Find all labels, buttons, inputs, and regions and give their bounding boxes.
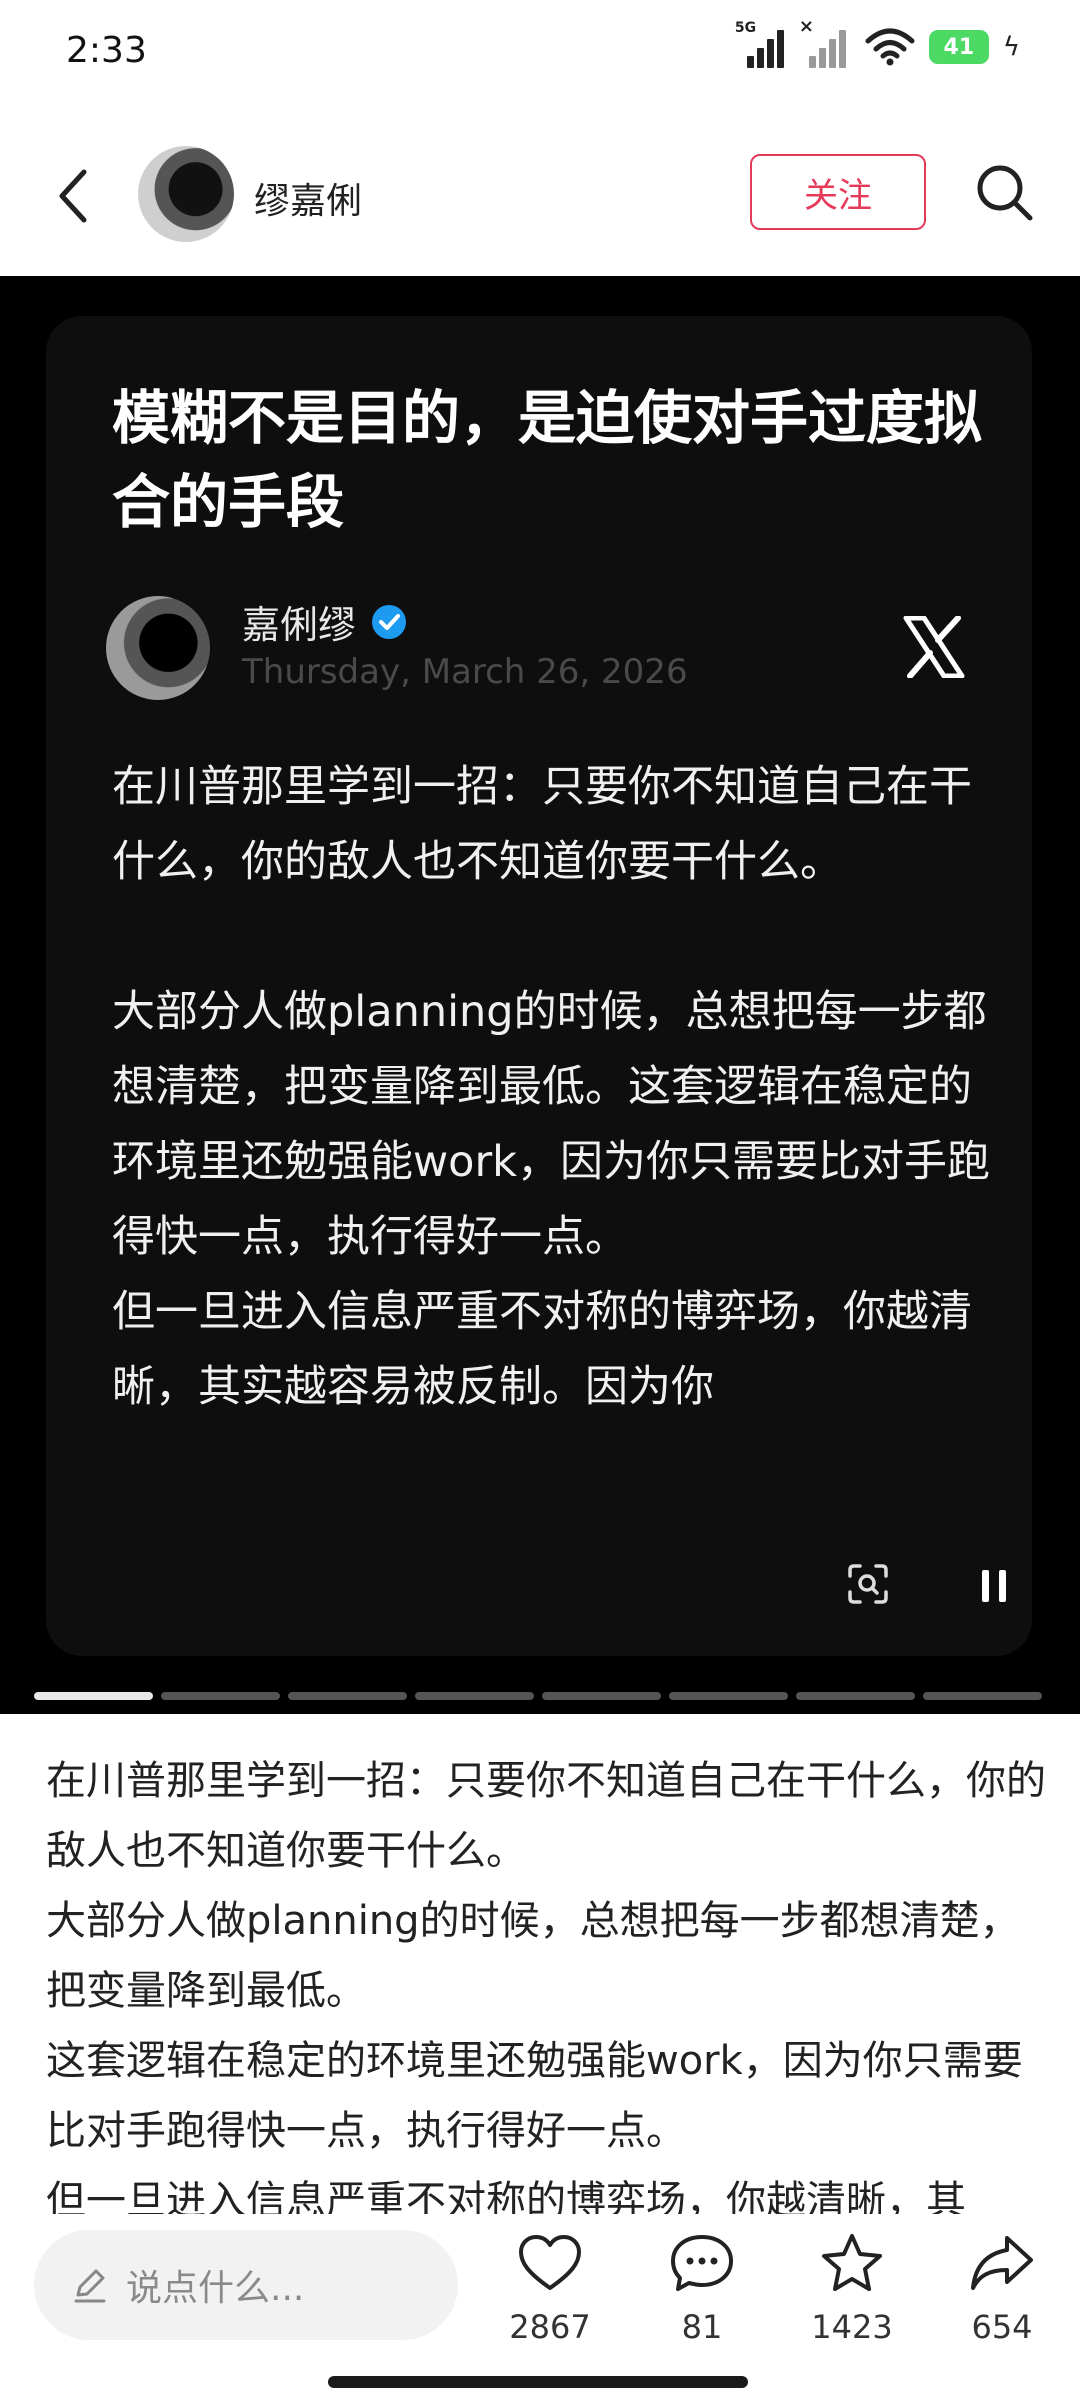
- pause-icon[interactable]: [974, 1566, 1014, 1606]
- progress-segment: [161, 1692, 280, 1700]
- tweet-card-image: 模糊不是目的，是迫使对手过度拟合的手段 嘉俐缪 Thursday, March …: [46, 316, 1032, 1656]
- description-line: 在川普那里学到一招：只要你不知道自己在干什么，你的敌人也不知道你要干什么。: [46, 1758, 1046, 1874]
- progress-segment: [542, 1692, 661, 1700]
- tweet-author-avatar: [106, 596, 210, 700]
- description-line: 但一旦进入信息严重不对称的博弈场，你越清晰，其: [46, 2178, 966, 2216]
- cellular-signal-no-service-icon: ×: [799, 16, 851, 68]
- favorite-button[interactable]: 1423: [792, 2232, 912, 2346]
- charging-icon: ϟ: [1002, 32, 1020, 62]
- comment-input[interactable]: 说点什么...: [34, 2230, 458, 2340]
- description-line: 大部分人做planning的时候，总想把每一步都想清楚，把变量降到最低。: [46, 1898, 1020, 2014]
- tweet-date: Thursday, March 26, 2026: [242, 652, 688, 692]
- card-paragraph: 在川普那里学到一招：只要你不知道自己在干什么，你的敌人也不知道你要干什么。: [112, 762, 972, 887]
- wifi-icon: [865, 28, 915, 66]
- card-paragraph: 大部分人做planning的时候，总想把每一步都想清楚，把变量降到最低。这套逻辑…: [112, 987, 991, 1262]
- status-time: 2:33: [66, 30, 147, 71]
- status-icons: 5G × 41 ϟ: [735, 16, 1020, 68]
- progress-segment: [34, 1692, 153, 1700]
- share-button[interactable]: 654: [942, 2232, 1062, 2346]
- share-arrow-icon: [971, 2236, 1033, 2290]
- x-logo-icon: [903, 616, 965, 678]
- bottom-action-bar: 说点什么... 2867 81 1423 654: [0, 2214, 1080, 2400]
- progress-segment: [669, 1692, 788, 1700]
- heart-icon: [519, 2235, 581, 2290]
- card-title: 模糊不是目的，是迫使对手过度拟合的手段: [112, 384, 983, 536]
- carousel-progress: [34, 1692, 1042, 1700]
- progress-segment: [796, 1692, 915, 1700]
- author-avatar[interactable]: [138, 146, 234, 242]
- progress-segment: [288, 1692, 407, 1700]
- author-name[interactable]: 缪嘉俐: [254, 172, 362, 224]
- post-description: 在川普那里学到一招：只要你不知道自己在干什么，你的敌人也不知道你要干什么。 大部…: [46, 1746, 1046, 2216]
- follow-button[interactable]: 关注: [750, 154, 926, 230]
- post-media[interactable]: 模糊不是目的，是迫使对手过度拟合的手段 嘉俐缪 Thursday, March …: [0, 276, 1080, 1714]
- status-bar: 2:33 5G × 41 ϟ: [0, 0, 1080, 100]
- home-indicator[interactable]: [328, 2376, 748, 2388]
- battery-icon: 41: [928, 30, 989, 64]
- tweet-author-row: 嘉俐缪: [242, 594, 408, 649]
- network-type-label: 5G: [734, 20, 757, 36]
- post-header: 缪嘉俐 关注: [0, 130, 1080, 260]
- card-paragraph: 但一旦进入信息严重不对称的博弈场，你越清晰，其实越容易被反制。因为你: [112, 1287, 972, 1412]
- tweet-author-name: 嘉俐缪: [242, 603, 357, 647]
- back-arrow-icon[interactable]: [50, 166, 100, 226]
- cellular-signal-icon: 5G: [735, 20, 789, 68]
- search-icon[interactable]: [972, 160, 1036, 224]
- comment-placeholder: 说点什么...: [126, 2268, 305, 2309]
- like-button[interactable]: 2867: [490, 2232, 610, 2346]
- like-count: 2867: [509, 2308, 591, 2346]
- star-icon: [822, 2234, 882, 2291]
- share-count: 654: [971, 2308, 1033, 2346]
- comment-bubble-icon: [671, 2235, 733, 2291]
- pencil-icon: [74, 2269, 106, 2303]
- description-line: 这套逻辑在稳定的环境里还勉强能work，因为你只需要比对手跑得快一点，执行得好一…: [46, 2038, 1023, 2154]
- comment-count: 81: [681, 2308, 723, 2346]
- progress-segment: [415, 1692, 534, 1700]
- card-body: 在川普那里学到一招：只要你不知道自己在干什么，你的敌人也不知道你要干什么。 大部…: [112, 750, 992, 1425]
- favorite-count: 1423: [811, 2308, 893, 2346]
- scan-image-icon[interactable]: [846, 1562, 890, 1606]
- progress-segment: [923, 1692, 1042, 1700]
- verified-badge-icon: [372, 604, 407, 639]
- comment-button[interactable]: 81: [642, 2232, 762, 2346]
